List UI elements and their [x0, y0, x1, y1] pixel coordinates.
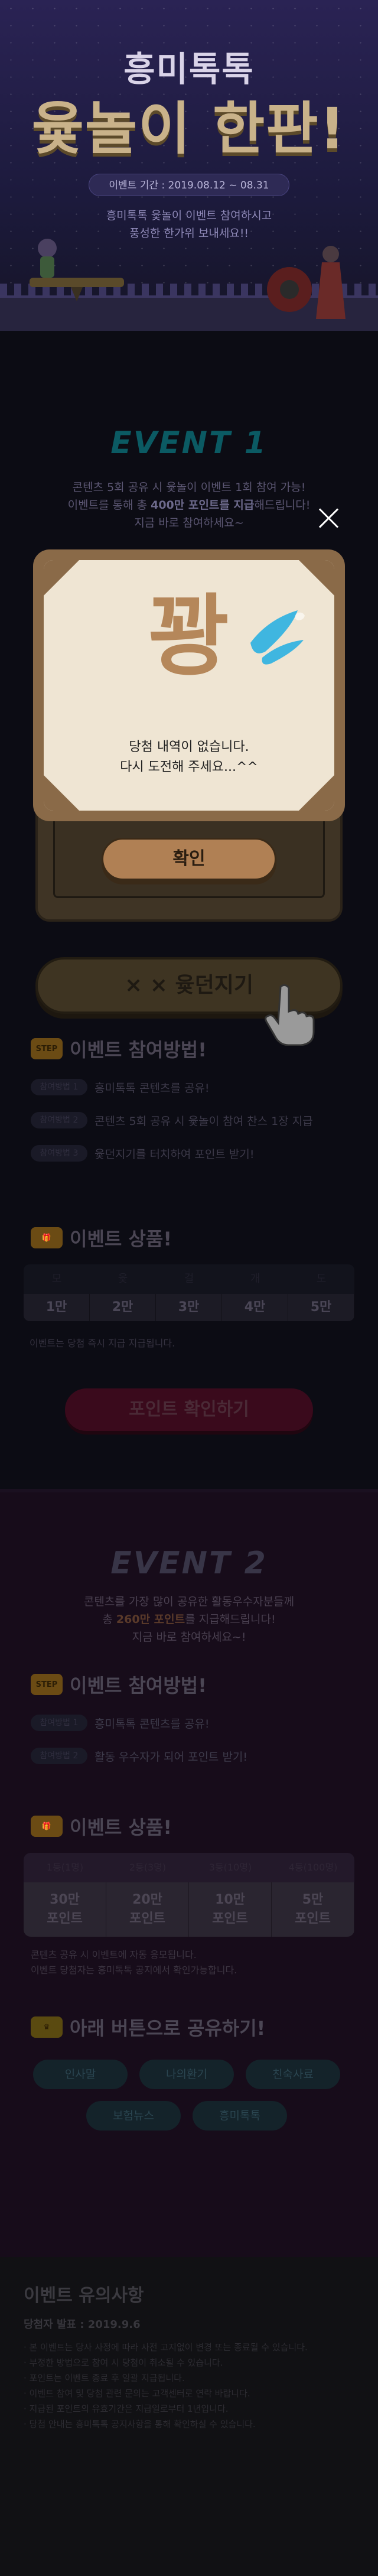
frame-corner [299, 775, 334, 811]
result-message: 당첨 내역이 없습니다. 다시 도전해 주세요...^^ [44, 737, 334, 778]
confirm-button[interactable]: 확인 [102, 838, 276, 880]
water-drops-icon [250, 610, 305, 665]
event-page: 흥미톡톡 윷놀이 한판! 이벤트 기간 : 2019.08.12 ~ 08.31… [0, 0, 378, 2576]
result-modal: 꽝 당첨 내역이 없습니다. 다시 도전해 주세요...^^ [33, 549, 345, 821]
close-icon[interactable] [316, 505, 342, 531]
modal-backdrop[interactable] [0, 0, 378, 2576]
result-message-line2: 다시 도전해 주세요...^^ [120, 760, 258, 775]
result-message-line1: 당첨 내역이 없습니다. [129, 740, 249, 754]
result-modal-panel: 꽝 당첨 내역이 없습니다. 다시 도전해 주세요...^^ [44, 560, 334, 811]
frame-corner [44, 775, 79, 811]
